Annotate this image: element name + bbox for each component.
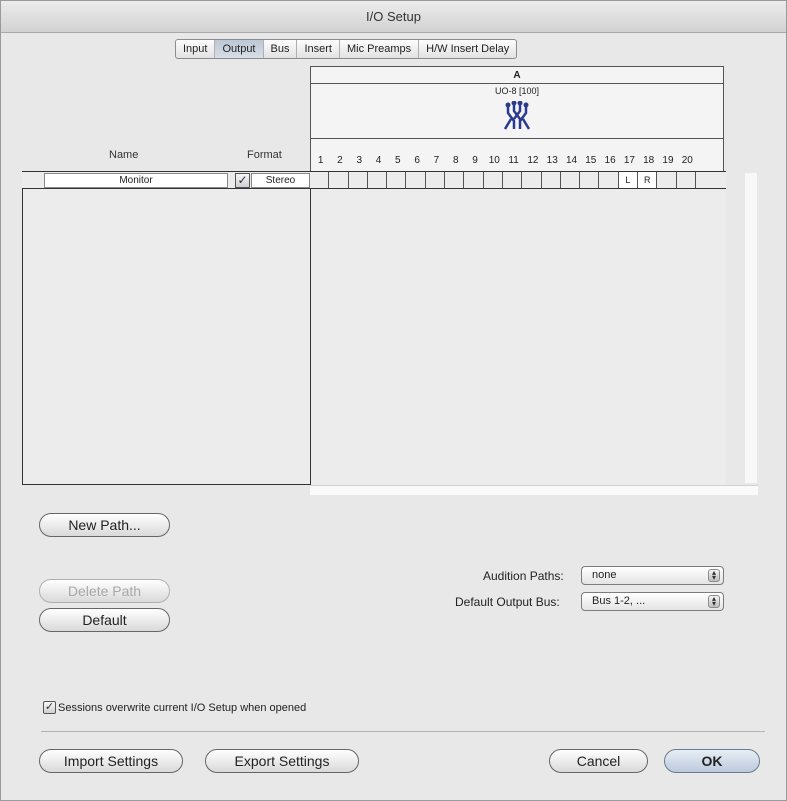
audition-paths-value: none <box>592 569 617 581</box>
io-setup-window: I/O Setup Input Output Bus Insert Mic Pr… <box>0 0 787 801</box>
import-settings-button[interactable]: Import Settings <box>39 749 183 773</box>
channel-cell[interactable] <box>599 172 619 188</box>
path-list[interactable] <box>22 171 311 485</box>
channel-number: 12 <box>527 155 539 166</box>
channel-cell[interactable] <box>445 172 465 188</box>
channel-number: 5 <box>395 155 401 166</box>
tab-hw-insert-delay[interactable]: H/W Insert Delay <box>419 40 516 58</box>
tab-mic-preamps[interactable]: Mic Preamps <box>340 40 420 58</box>
new-path-button[interactable]: New Path... <box>39 513 170 537</box>
channel-number: 1 <box>317 155 324 166</box>
channel-number: 9 <box>472 155 478 166</box>
channel-number: 17 <box>623 155 635 166</box>
channel-number: 15 <box>585 155 597 166</box>
channel-cell[interactable] <box>541 172 561 188</box>
name-column-header: Name <box>109 149 139 161</box>
default-button[interactable]: Default <box>39 608 170 632</box>
delete-path-button[interactable]: Delete Path <box>39 579 170 603</box>
sessions-overwrite-option[interactable]: ✓ Sessions overwrite current I/O Setup w… <box>43 701 306 714</box>
channel-number: 11 <box>508 155 519 166</box>
channel-number: 8 <box>452 155 459 166</box>
channel-cell[interactable] <box>425 172 446 188</box>
channel-cell[interactable] <box>483 172 503 188</box>
channel-number: 16 <box>604 155 616 166</box>
updown-arrows-icon: ▴ ▾ <box>708 595 720 608</box>
channel-number: 10 <box>488 155 500 166</box>
channel-cell[interactable] <box>676 172 696 188</box>
channel-number: 3 <box>356 155 363 166</box>
channel-cell[interactable] <box>348 172 368 188</box>
tab-bus[interactable]: Bus <box>264 40 298 58</box>
channel-cell[interactable] <box>310 172 330 188</box>
device-label: UO-8 [100] <box>494 86 540 96</box>
default-output-bus-popup[interactable]: Bus 1-2, ... ▴ ▾ <box>581 592 724 611</box>
channel-cell[interactable] <box>367 172 388 188</box>
channel-cell[interactable]: R <box>638 172 658 188</box>
interface-icon <box>503 101 531 130</box>
assignment-grid[interactable] <box>310 171 726 485</box>
path-active-checkbox[interactable]: ✓ <box>235 173 250 188</box>
path-row: Monitor ✓ Stereo LR <box>22 171 726 189</box>
path-name-field[interactable]: Monitor <box>44 173 228 188</box>
channel-cell[interactable] <box>329 172 349 188</box>
channel-cell[interactable]: L <box>618 172 639 188</box>
channel-cell[interactable] <box>580 172 600 188</box>
group-letter: A <box>311 67 723 84</box>
channel-number: 2 <box>337 155 343 166</box>
channel-number: 19 <box>662 155 674 166</box>
channel-number: 18 <box>643 155 655 166</box>
channel-number: 4 <box>375 155 382 166</box>
tab-input[interactable]: Input <box>176 40 216 58</box>
path-format-field[interactable]: Stereo <box>251 173 310 188</box>
sessions-overwrite-label: Sessions overwrite current I/O Setup whe… <box>58 701 307 714</box>
channel-cell[interactable] <box>502 172 523 188</box>
default-output-bus-value: Bus 1-2, ... <box>592 595 646 607</box>
updown-arrows-icon: ▴ ▾ <box>708 569 720 582</box>
cancel-button[interactable]: Cancel <box>549 749 648 773</box>
channel-number: 14 <box>565 155 578 166</box>
ok-button[interactable]: OK <box>664 749 760 773</box>
tab-insert[interactable]: Insert <box>297 40 340 58</box>
channel-number: 6 <box>414 155 420 166</box>
grid-header: A UO-8 [100] 1 2 3 4 5 6 7 8 9 10 11 12 13 14 15 16 17 18… <box>310 66 724 171</box>
channel-cells: LR <box>310 172 726 188</box>
sessions-overwrite-checkbox[interactable]: ✓ <box>43 701 56 714</box>
export-settings-button[interactable]: Export Settings <box>205 749 359 773</box>
default-output-bus-label: Default Output Bus: <box>455 595 560 609</box>
window-title: I/O Setup <box>1 1 786 33</box>
grid-vertical-scrollbar[interactable] <box>745 173 757 483</box>
channel-cell[interactable] <box>522 172 542 188</box>
channel-cell[interactable] <box>387 172 407 188</box>
format-column-header: Format <box>247 149 282 161</box>
audition-paths-popup[interactable]: none ▴ ▾ <box>581 566 724 585</box>
channel-numbers: 1 2 3 4 5 6 7 8 9 10 11 12 13 14 15 16 17 18 19 20 <box>311 153 725 169</box>
channel-number: 7 <box>433 155 440 166</box>
tab-bar: Input Output Bus Insert Mic Preamps H/W … <box>175 39 518 59</box>
grid-horizontal-scrollbar[interactable] <box>310 485 758 495</box>
channel-number: 20 <box>681 155 693 166</box>
device-header: UO-8 [100] <box>311 84 723 139</box>
separator <box>41 731 765 732</box>
channel-cell[interactable] <box>406 172 426 188</box>
tab-output[interactable]: Output <box>215 40 264 58</box>
channel-number: 13 <box>546 155 558 166</box>
channel-cell[interactable] <box>464 172 484 188</box>
channel-cell[interactable] <box>560 172 581 188</box>
audition-paths-label: Audition Paths: <box>483 569 564 583</box>
channel-cell[interactable] <box>657 172 677 188</box>
